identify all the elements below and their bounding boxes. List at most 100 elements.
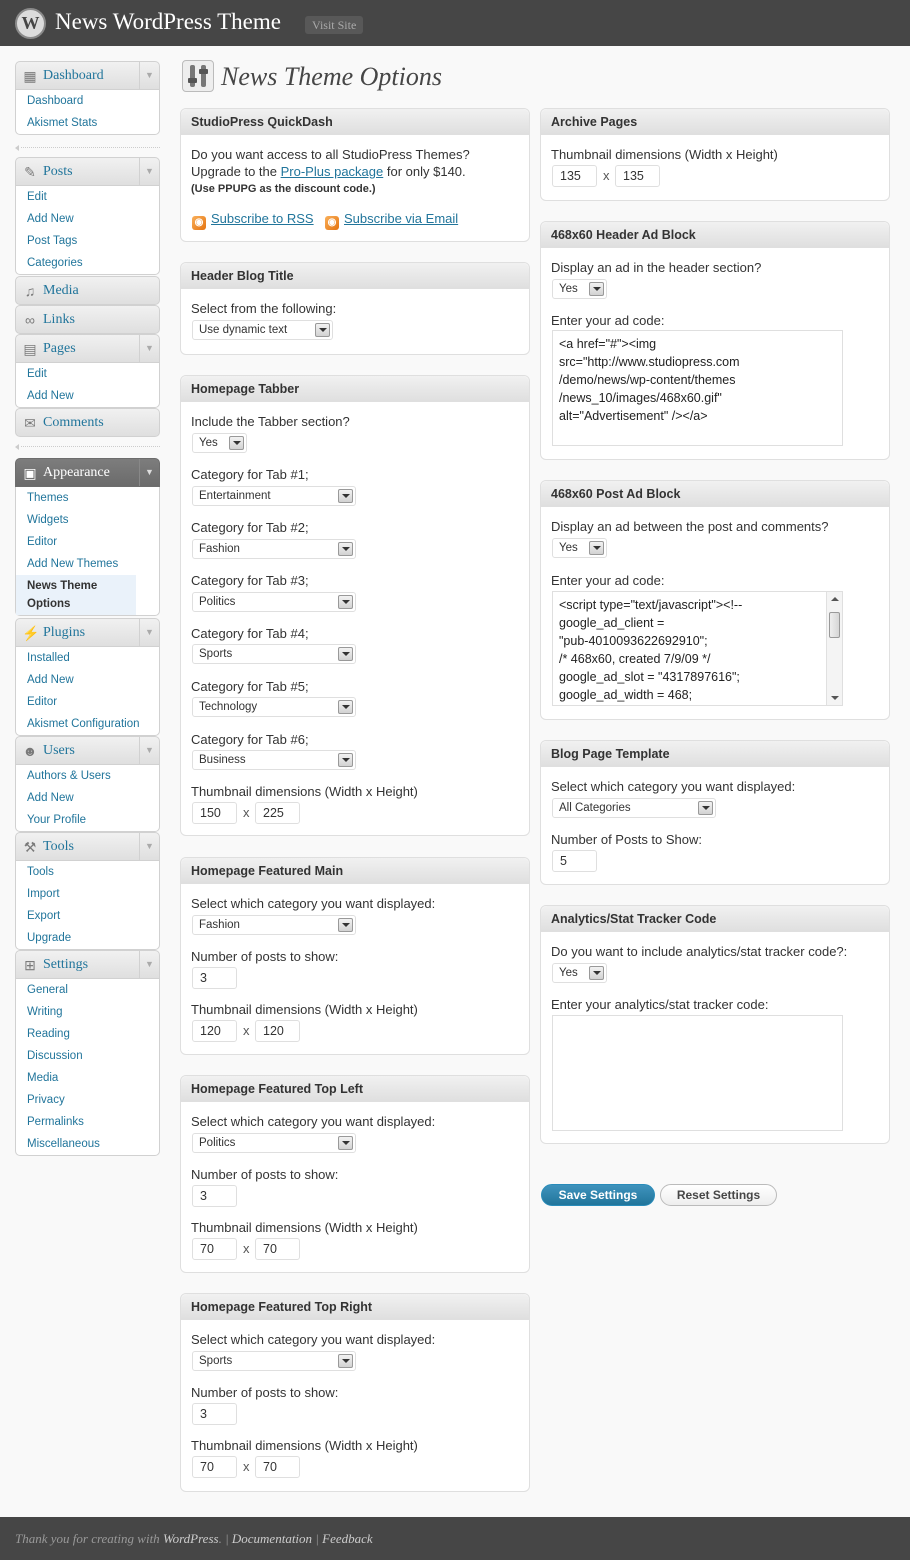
submenu-item-edit-posts[interactable]: Edit bbox=[16, 186, 159, 208]
footer-wordpress-link[interactable]: WordPress bbox=[163, 1531, 219, 1546]
archive-thumb-height-input[interactable]: 135 bbox=[615, 165, 660, 187]
submenu-item-writing[interactable]: Writing bbox=[16, 1001, 159, 1023]
blog-title-select[interactable]: Use dynamic text bbox=[192, 320, 333, 340]
chevron-down-icon[interactable]: ▼ bbox=[139, 951, 159, 978]
post-ad-display-select[interactable]: Yes bbox=[552, 538, 607, 558]
tab4-category-select[interactable]: Sports bbox=[192, 644, 356, 664]
menu-settings[interactable]: ⊞ Settings ▼ bbox=[15, 950, 160, 979]
submenu-item-add-new-page[interactable]: Add New bbox=[16, 385, 159, 407]
submenu-item-widgets[interactable]: Widgets bbox=[16, 509, 159, 531]
submenu-item-add-new-user[interactable]: Add New bbox=[16, 787, 159, 809]
chevron-down-icon[interactable]: ▼ bbox=[139, 619, 159, 646]
featured-top-left-thumb-width-input[interactable]: 70 bbox=[192, 1238, 237, 1260]
footer-feedback-link[interactable]: Feedback bbox=[322, 1531, 373, 1546]
submenu-item-import[interactable]: Import bbox=[16, 883, 159, 905]
tab2-category-select[interactable]: Fashion bbox=[192, 539, 356, 559]
featured-top-left-thumb-height-input[interactable]: 70 bbox=[255, 1238, 300, 1260]
submenu-item-upgrade[interactable]: Upgrade bbox=[16, 927, 159, 949]
featured-main-thumb-width-input[interactable]: 120 bbox=[192, 1020, 237, 1042]
submenu-item-installed[interactable]: Installed bbox=[16, 647, 159, 669]
menu-dashboard[interactable]: ▦ Dashboard ▼ bbox=[15, 61, 160, 90]
featured-top-right-category-select[interactable]: Sports bbox=[192, 1351, 356, 1371]
header-ad-display-select[interactable]: Yes bbox=[552, 279, 607, 299]
tab5-category-select[interactable]: Technology bbox=[192, 697, 356, 717]
submenu-item-authors-users[interactable]: Authors & Users bbox=[16, 765, 159, 787]
featured-main-category-select[interactable]: Fashion bbox=[192, 915, 356, 935]
footer-documentation-link[interactable]: Documentation bbox=[232, 1531, 312, 1546]
menu-links[interactable]: ∞ Links bbox=[15, 305, 160, 334]
tab3-category-select[interactable]: Politics bbox=[192, 592, 356, 612]
submenu-item-edit-pages[interactable]: Edit bbox=[16, 363, 159, 385]
submenu-item-add-new-plugin[interactable]: Add New bbox=[16, 669, 159, 691]
featured-top-right-posts-input[interactable]: 3 bbox=[192, 1403, 237, 1425]
submenu-item-dashboard[interactable]: Dashboard bbox=[16, 90, 159, 112]
chevron-down-icon[interactable]: ▼ bbox=[139, 737, 159, 764]
submenu-item-plugin-editor[interactable]: Editor bbox=[16, 691, 159, 713]
featured-main-thumb-height-input[interactable]: 120 bbox=[255, 1020, 300, 1042]
submenu-item-add-new-themes[interactable]: Add New Themes bbox=[16, 553, 159, 575]
subscribe-rss-link[interactable]: ◉ Subscribe to RSS bbox=[192, 211, 314, 230]
pro-plus-package-link[interactable]: Pro-Plus package bbox=[281, 164, 384, 179]
submenu-item-categories[interactable]: Categories bbox=[16, 252, 159, 274]
submenu-item-permalinks[interactable]: Permalinks bbox=[16, 1111, 159, 1133]
reset-settings-button[interactable]: Reset Settings bbox=[660, 1184, 777, 1206]
submenu-item-export[interactable]: Export bbox=[16, 905, 159, 927]
featured-top-right-thumb-height-input[interactable]: 70 bbox=[255, 1456, 300, 1478]
chevron-down-icon[interactable]: ▼ bbox=[139, 158, 159, 185]
submenu-item-media-settings[interactable]: Media bbox=[16, 1067, 159, 1089]
wordpress-logo-icon[interactable]: W bbox=[15, 8, 46, 39]
submenu-item-discussion[interactable]: Discussion bbox=[16, 1045, 159, 1067]
field-label: Do you want to include analytics/stat tr… bbox=[551, 944, 848, 959]
submenu-item-tools[interactable]: Tools bbox=[16, 861, 159, 883]
menu-comments[interactable]: ✉ Comments bbox=[15, 408, 160, 437]
chevron-down-icon[interactable]: ▼ bbox=[139, 459, 159, 486]
menu-users[interactable]: ☻ Users ▼ bbox=[15, 736, 160, 765]
select-value: Yes bbox=[559, 283, 578, 295]
header-ad-code-textarea[interactable]: <a href="#"><img src="http://www.studiop… bbox=[552, 330, 843, 446]
submenu-item-miscellaneous[interactable]: Miscellaneous bbox=[16, 1133, 159, 1155]
submenu-item-add-new-post[interactable]: Add New bbox=[16, 208, 159, 230]
menu-plugins[interactable]: ⚡ Plugins ▼ bbox=[15, 618, 160, 647]
analytics-include-select[interactable]: Yes bbox=[552, 963, 607, 983]
save-settings-button[interactable]: Save Settings bbox=[541, 1184, 655, 1206]
menu-appearance[interactable]: ▣ Appearance ▼ bbox=[15, 458, 160, 487]
submenu-item-general[interactable]: General bbox=[16, 979, 159, 1001]
menu-posts[interactable]: ✎ Posts ▼ bbox=[15, 157, 160, 186]
tabber-thumb-height-input[interactable]: 225 bbox=[255, 802, 300, 824]
box-title: Homepage Featured Main bbox=[181, 858, 529, 884]
submenu-item-privacy[interactable]: Privacy bbox=[16, 1089, 159, 1111]
featured-main-posts-input[interactable]: 3 bbox=[192, 967, 237, 989]
submenu-item-news-theme-options[interactable]: News Theme Options bbox=[16, 575, 136, 615]
menu-pages[interactable]: ▤ Pages ▼ bbox=[15, 334, 160, 363]
tab6-category-select[interactable]: Business bbox=[192, 750, 356, 770]
post-ad-code-textarea[interactable]: <script type="text/javascript"><!-- goog… bbox=[552, 591, 843, 706]
tabber-thumb-width-input[interactable]: 150 bbox=[192, 802, 237, 824]
scroll-down-icon[interactable] bbox=[831, 696, 839, 700]
chevron-down-icon[interactable]: ▼ bbox=[139, 833, 159, 860]
blog-template-posts-input[interactable]: 5 bbox=[552, 850, 597, 872]
archive-thumb-width-input[interactable]: 135 bbox=[552, 165, 597, 187]
submenu-item-akismet-stats[interactable]: Akismet Stats bbox=[16, 112, 159, 134]
scroll-up-icon[interactable] bbox=[831, 597, 839, 601]
tab1-category-select[interactable]: Entertainment bbox=[192, 486, 356, 506]
featured-top-right-thumb-width-input[interactable]: 70 bbox=[192, 1456, 237, 1478]
submenu-item-akismet-configuration[interactable]: Akismet Configuration bbox=[16, 713, 159, 735]
featured-top-left-posts-input[interactable]: 3 bbox=[192, 1185, 237, 1207]
visit-site-button[interactable]: Visit Site bbox=[305, 16, 364, 34]
featured-top-left-category-select[interactable]: Politics bbox=[192, 1133, 356, 1153]
submenu-item-your-profile[interactable]: Your Profile bbox=[16, 809, 159, 831]
vertical-scrollbar[interactable] bbox=[826, 592, 842, 705]
chevron-down-icon[interactable]: ▼ bbox=[139, 62, 159, 89]
submenu-item-reading[interactable]: Reading bbox=[16, 1023, 159, 1045]
submenu-item-themes[interactable]: Themes bbox=[16, 487, 159, 509]
submenu-item-post-tags[interactable]: Post Tags bbox=[16, 230, 159, 252]
menu-tools[interactable]: ⚒ Tools ▼ bbox=[15, 832, 160, 861]
submenu-item-editor[interactable]: Editor bbox=[16, 531, 159, 553]
chevron-down-icon[interactable]: ▼ bbox=[139, 335, 159, 362]
menu-media[interactable]: ♫ Media bbox=[15, 276, 160, 305]
blog-template-category-select[interactable]: All Categories bbox=[552, 798, 716, 818]
analytics-code-textarea[interactable] bbox=[552, 1015, 843, 1131]
scroll-thumb[interactable] bbox=[829, 612, 840, 638]
tabber-include-select[interactable]: Yes bbox=[192, 433, 247, 453]
subscribe-email-link[interactable]: ◉ Subscribe via Email bbox=[325, 211, 458, 230]
